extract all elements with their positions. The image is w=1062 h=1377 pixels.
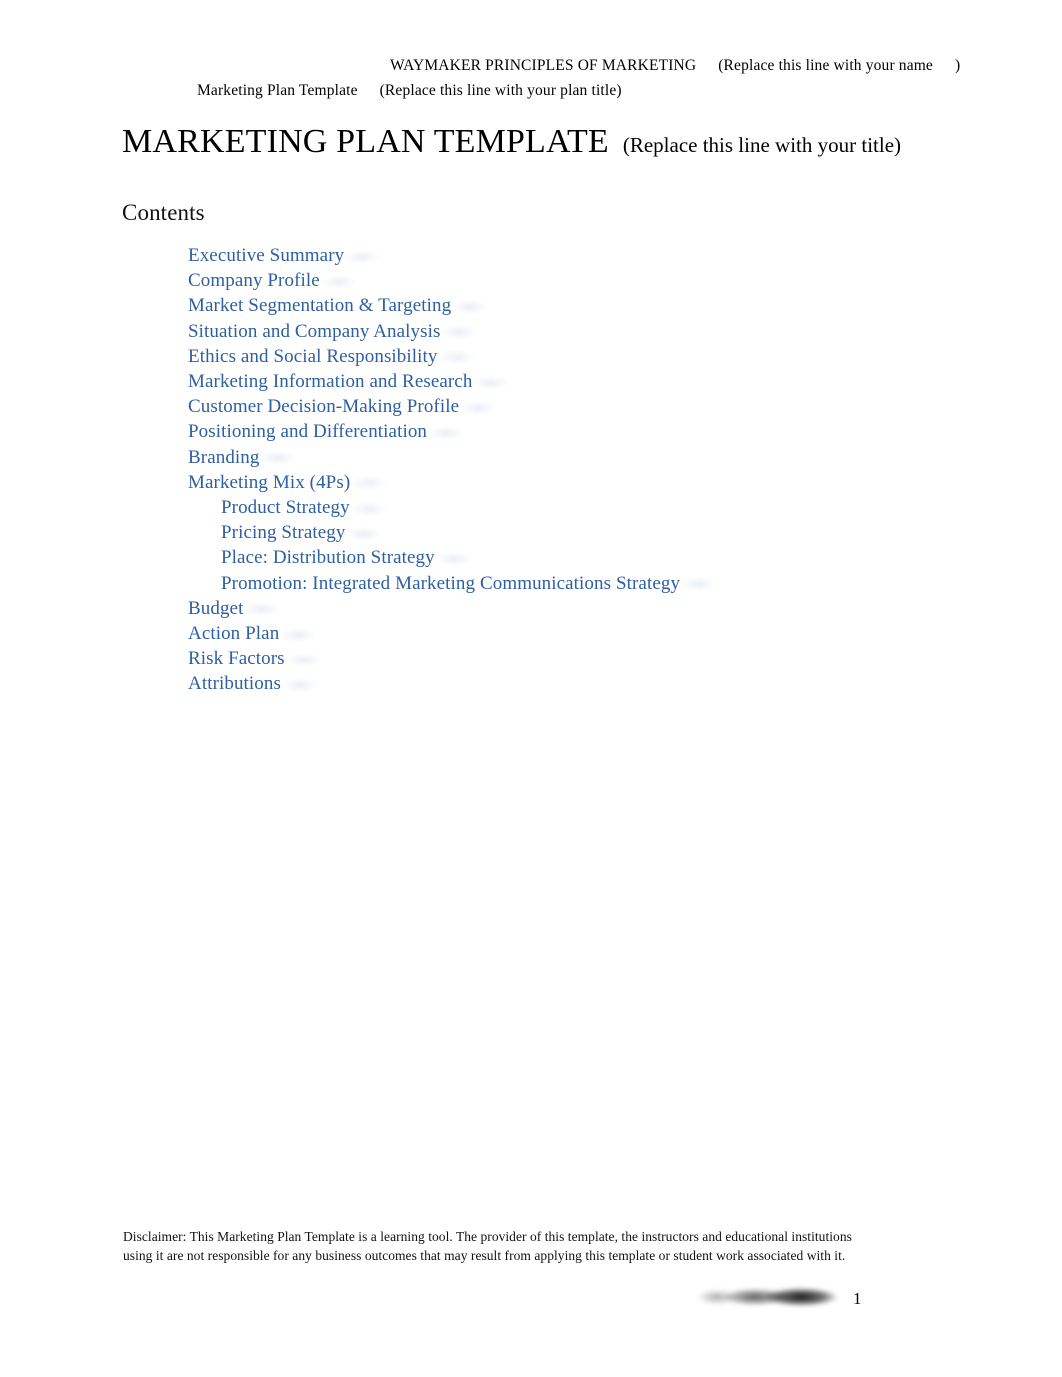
toc-entry-label: Executive Summary <box>188 245 345 266</box>
toc-entry-action-plan[interactable]: Action Plan <box>188 621 948 646</box>
toc-entry-ethics-social-responsibility[interactable]: Ethics and Social Responsibility <box>188 344 948 369</box>
document-page: WAYMAKER PRINCIPLES OF MARKETING (Replace… <box>0 0 1062 1377</box>
header-course-title: WAYMAKER PRINCIPLES OF MARKETING <box>390 57 697 74</box>
page-number: 1 <box>853 1289 862 1308</box>
toc-entry-executive-summary[interactable]: Executive Summary <box>188 243 948 268</box>
toc-ghost-artifact <box>261 451 296 466</box>
toc-entry-marketing-information-research[interactable]: Marketing Information and Research <box>188 369 948 394</box>
toc-entry-label: Customer Decision-Making Profile <box>188 396 460 418</box>
toc-ghost-artifact <box>321 274 356 289</box>
header-name-placeholder-close: ) <box>954 57 961 74</box>
toc-entry-label: Market Segmentation & Targeting <box>188 295 452 317</box>
redacted-footer-mark <box>697 1282 843 1312</box>
table-of-contents: Executive Summary Company Profile Market… <box>188 243 948 697</box>
toc-ghost-artifact <box>282 678 317 693</box>
header-name-placeholder: (Replace this line with your name <box>718 57 933 74</box>
toc-entry-label: Marketing Information and Research <box>188 371 473 393</box>
header-plan-title-placeholder: (Replace this line with your plan title) <box>379 82 622 99</box>
toc-entry-label: Risk Factors <box>188 648 285 670</box>
toc-entry-attributions[interactable]: Attributions <box>188 671 948 696</box>
toc-entry-company-profile[interactable]: Company Profile <box>188 268 948 293</box>
toc-entry-label: Situation and Company Analysis <box>188 320 441 342</box>
toc-entry-risk-factors[interactable]: Risk Factors <box>188 646 948 671</box>
document-running-header: WAYMAKER PRINCIPLES OF MARKETING (Replace… <box>0 56 1062 110</box>
header-doc-label: Marketing Plan Template <box>197 82 358 99</box>
toc-ghost-artifact <box>453 300 488 315</box>
header-line-doc: Marketing Plan Template (Replace this lin… <box>197 81 622 101</box>
toc-entry-situation-company-analysis[interactable]: Situation and Company Analysis <box>188 319 948 344</box>
toc-entry-label: Budget <box>188 597 244 619</box>
toc-entry-label: Attributions <box>188 673 281 695</box>
toc-ghost-artifact <box>442 325 477 340</box>
toc-ghost-artifact <box>436 552 471 567</box>
toc-ghost-artifact <box>245 602 280 617</box>
toc-entry-label: Positioning and Differentiation <box>188 421 428 443</box>
toc-entry-place-distribution-strategy[interactable]: Place: Distribution Strategy <box>221 545 948 570</box>
toc-ghost-artifact <box>286 652 321 667</box>
toc-entry-market-segmentation-targeting[interactable]: Market Segmentation & Targeting <box>188 293 948 318</box>
toc-entry-label: Ethics and Social Responsibility <box>188 345 438 367</box>
header-line-course: WAYMAKER PRINCIPLES OF MARKETING (Replace… <box>390 56 960 76</box>
toc-entry-promotion-imc-strategy[interactable]: Promotion: Integrated Marketing Communic… <box>221 571 948 596</box>
toc-entry-branding[interactable]: Branding <box>188 445 948 470</box>
toc-ghost-artifact <box>474 375 509 390</box>
toc-entry-label: Action Plan <box>188 623 280 645</box>
page-title-main: MARKETING PLAN TEMPLATE <box>122 123 609 160</box>
toc-entry-product-strategy[interactable]: Product Strategy <box>221 495 948 520</box>
toc-ghost-artifact <box>461 400 496 415</box>
toc-entry-label: Pricing Strategy <box>221 522 346 544</box>
toc-entry-customer-decision-making-profile[interactable]: Customer Decision-Making Profile <box>188 394 948 419</box>
toc-ghost-artifact <box>429 426 464 441</box>
toc-entry-label: Branding <box>188 446 260 468</box>
toc-ghost-artifact <box>352 476 387 491</box>
toc-ghost-artifact <box>439 350 474 365</box>
toc-entry-budget[interactable]: Budget <box>188 596 948 621</box>
toc-entry-label: Company Profile <box>188 270 320 292</box>
toc-ghost-artifact <box>346 249 381 264</box>
toc-ghost-artifact <box>281 627 316 642</box>
page-title: MARKETING PLAN TEMPLATE (Replace this lin… <box>122 122 901 165</box>
toc-ghost-artifact <box>351 501 386 516</box>
toc-entry-label: Place: Distribution Strategy <box>221 547 435 569</box>
toc-ghost-artifact <box>347 526 382 541</box>
toc-entry-pricing-strategy[interactable]: Pricing Strategy <box>221 520 948 545</box>
document-footer <box>0 1278 1062 1328</box>
toc-entry-label: Product Strategy <box>221 497 350 519</box>
page-title-placeholder: (Replace this line with your title) <box>622 133 902 157</box>
toc-entry-label: Promotion: Integrated Marketing Communic… <box>221 572 681 594</box>
toc-entry-positioning-differentiation[interactable]: Positioning and Differentiation <box>188 419 948 444</box>
toc-entry-marketing-mix-4ps[interactable]: Marketing Mix (4Ps) <box>188 470 948 495</box>
toc-entry-label: Marketing Mix (4Ps) <box>188 471 351 493</box>
disclaimer-text: Disclaimer: This Marketing Plan Template… <box>123 1229 852 1263</box>
contents-heading: Contents <box>122 200 205 225</box>
toc-ghost-artifact <box>682 577 717 592</box>
